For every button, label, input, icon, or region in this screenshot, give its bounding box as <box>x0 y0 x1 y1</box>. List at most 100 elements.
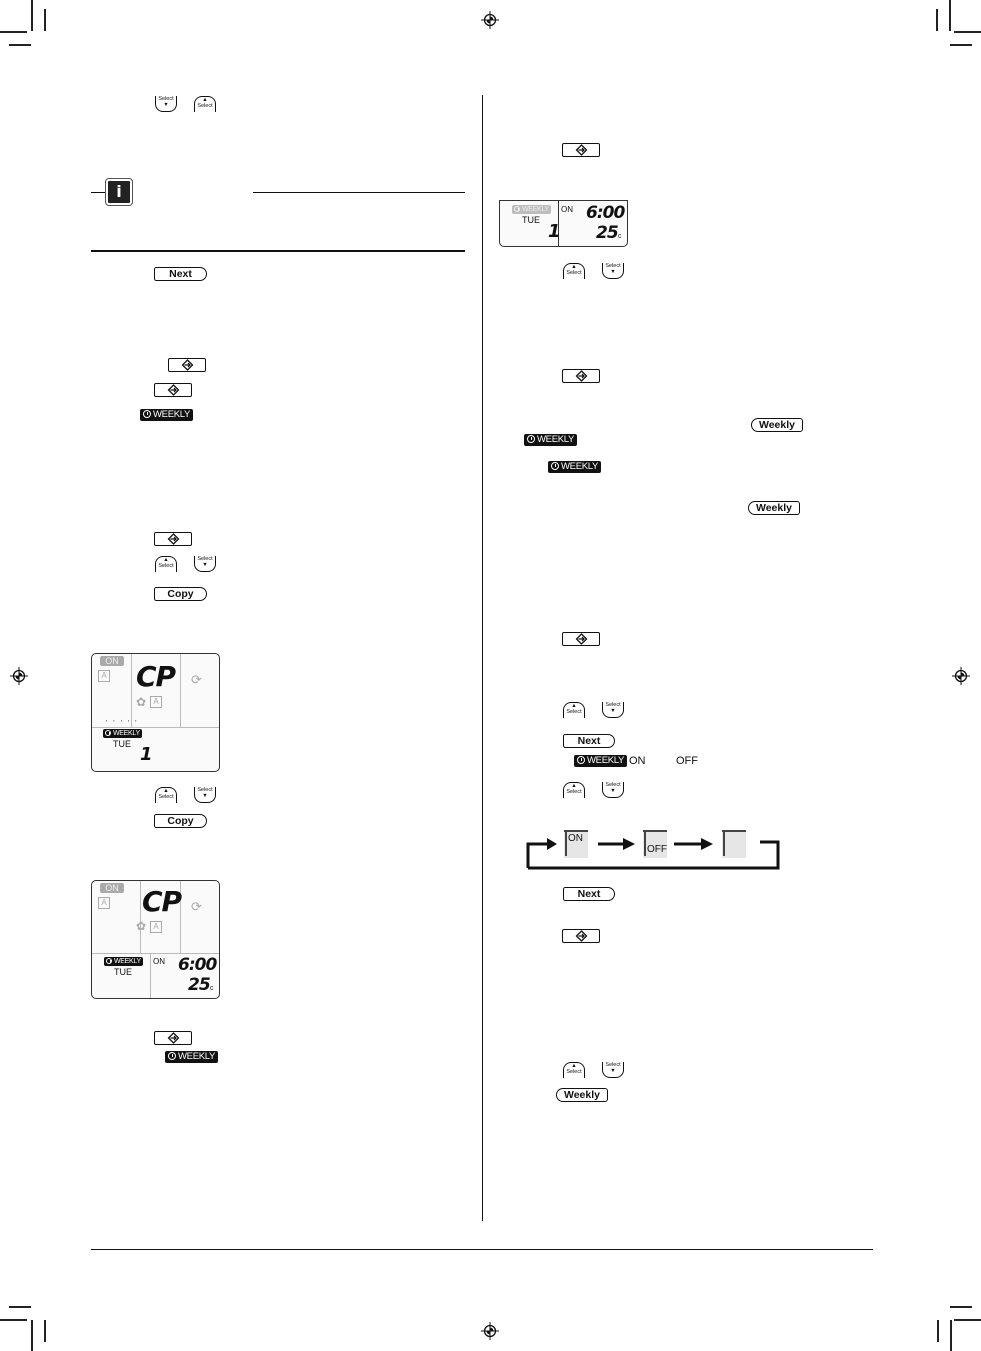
select-down-button[interactable]: Select ▼ <box>602 782 624 798</box>
lcd-divider <box>140 881 141 953</box>
lcd-time: 6:00 <box>586 203 625 223</box>
enter-diamond-icon <box>575 633 588 645</box>
crop-mark <box>937 1320 939 1342</box>
registration-mark-icon <box>481 1322 499 1340</box>
copy-button[interactable]: Copy <box>154 587 207 601</box>
enter-diamond-icon <box>575 144 588 156</box>
next-button[interactable]: Next <box>563 734 615 748</box>
crop-mark <box>44 9 46 31</box>
registration-mark-icon <box>10 667 28 685</box>
select-up-button[interactable]: ▲ Select <box>563 702 585 718</box>
lcd-temp: 25 <box>596 223 619 243</box>
note-rule-right <box>253 192 465 193</box>
crop-mark <box>31 0 33 31</box>
crop-mark <box>954 31 981 33</box>
enter-button[interactable] <box>154 532 192 546</box>
enter-button[interactable] <box>562 143 600 157</box>
lcd-blink-marks: ' ' ' ' ' <box>106 720 139 727</box>
info-icon: i <box>105 178 133 206</box>
lcd-action: ON <box>561 205 573 214</box>
note-rule-left <box>91 192 105 193</box>
enter-diamond-icon <box>575 370 588 382</box>
crop-mark <box>9 44 31 46</box>
next-button[interactable]: Next <box>154 267 207 281</box>
lcd-divider <box>131 654 132 727</box>
select-down-button[interactable]: Select ▼ <box>155 96 177 112</box>
crop-mark <box>950 1320 952 1351</box>
select-up-button[interactable]: ▲ Select <box>155 556 177 572</box>
enter-diamond-icon <box>181 359 194 371</box>
clock-icon <box>551 462 559 470</box>
weekly-badge: WEEKLY <box>524 434 578 446</box>
mode-auto-icon: A <box>98 897 110 909</box>
weekly-button[interactable]: Weekly <box>751 418 803 432</box>
select-down-button[interactable]: Select ▼ <box>194 787 216 803</box>
lcd-display-program: WEEKLY TUE 1 ON 6:00 25 c <box>499 200 628 247</box>
weekly-badge: WEEKLY <box>140 409 194 421</box>
action-off-label: OFF <box>676 755 698 767</box>
next-button[interactable]: Next <box>563 887 615 901</box>
lcd-display-copy-set: ON A CP ✿ A ⟳ WEEKLY TUE ON 6:00 25 c <box>91 880 220 999</box>
action-on-label: ON <box>629 755 646 767</box>
copy-button[interactable]: Copy <box>154 814 207 828</box>
lcd-divider <box>150 953 151 998</box>
crop-mark <box>949 0 951 31</box>
enter-button[interactable] <box>154 1031 192 1045</box>
select-down-button[interactable]: Select ▼ <box>602 702 624 718</box>
fan-icon: ✿ <box>136 695 147 709</box>
enter-button[interactable] <box>562 369 600 383</box>
weekly-badge: WEEKLY <box>574 755 628 767</box>
clock-icon <box>105 730 111 736</box>
select-up-button[interactable]: ▲ Select <box>563 782 585 798</box>
clock-icon <box>514 206 520 212</box>
select-up-button[interactable]: ▲ Select <box>563 263 585 279</box>
enter-diamond-icon <box>167 533 180 545</box>
lcd-program-number: 1 <box>548 221 560 242</box>
lcd-code: CP <box>142 885 182 918</box>
fan-auto-icon: A <box>150 921 162 933</box>
swing-icon: ⟳ <box>191 672 202 687</box>
enter-button[interactable] <box>168 358 206 372</box>
enter-diamond-icon <box>167 384 180 396</box>
mode-auto-icon: A <box>98 670 110 682</box>
clock-icon <box>106 958 112 964</box>
weekly-badge: WEEKLY <box>165 1051 219 1063</box>
lcd-day: TUE <box>113 739 131 749</box>
lcd-day: TUE <box>522 215 540 225</box>
registration-mark-icon <box>481 11 499 29</box>
lcd-program-number: 1 <box>140 744 152 765</box>
note-bottom-rule <box>91 250 465 252</box>
select-up-button[interactable]: ▲ Select <box>155 787 177 803</box>
weekly-badge: WEEKLY <box>548 461 602 473</box>
registration-mark-icon <box>952 667 970 685</box>
fan-auto-icon: A <box>150 696 162 708</box>
select-down-button[interactable]: Select ▼ <box>602 1062 624 1078</box>
crop-mark <box>9 1306 31 1308</box>
select-up-button[interactable]: ▲ Select <box>194 96 216 112</box>
weekly-button[interactable]: Weekly <box>748 501 800 515</box>
select-down-button[interactable]: Select ▼ <box>602 263 624 279</box>
weekly-button[interactable]: Weekly <box>556 1088 608 1102</box>
swing-icon: ⟳ <box>191 899 202 914</box>
enter-button[interactable] <box>154 383 192 397</box>
clock-icon <box>168 1052 176 1060</box>
enter-button[interactable] <box>562 929 600 943</box>
enter-button[interactable] <box>562 632 600 646</box>
crop-mark <box>0 1319 27 1321</box>
lcd-display-copy: ON A CP ✿ A ⟳ WEEKLY ' ' ' ' ' TUE 1 <box>91 653 220 772</box>
footer-rule <box>91 1249 873 1250</box>
select-up-button[interactable]: ▲ Select <box>563 1062 585 1078</box>
crop-mark <box>954 1319 981 1321</box>
lcd-divider <box>180 654 181 727</box>
lcd-time: 6:00 <box>178 955 217 975</box>
lcd-on-indicator: ON <box>100 656 124 666</box>
enter-diamond-icon <box>575 930 588 942</box>
weekly-badge: WEEKLY <box>103 729 142 738</box>
weekly-badge: WEEKLY <box>512 205 551 214</box>
enter-diamond-icon <box>167 1032 180 1044</box>
clock-icon <box>143 410 151 418</box>
select-down-button[interactable]: Select ▼ <box>194 556 216 572</box>
lcd-temp-unit: c <box>618 233 622 240</box>
clock-icon <box>527 435 535 443</box>
crop-mark <box>950 1306 972 1308</box>
